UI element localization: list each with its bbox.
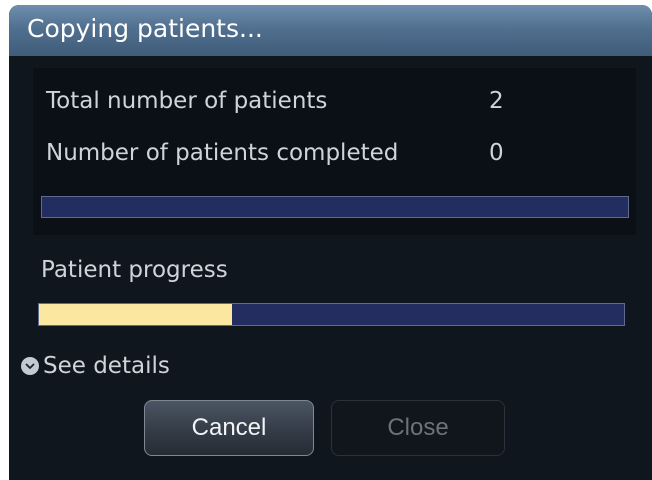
patient-progress-bar: [38, 303, 625, 326]
close-button[interactable]: Close: [331, 400, 505, 456]
summary-panel: Total number of patients 2 Number of pat…: [33, 68, 636, 235]
patient-progress-fill: [39, 304, 233, 325]
patient-progress-label: Patient progress: [41, 257, 228, 283]
see-details-toggle[interactable]: See details: [21, 351, 170, 381]
total-patients-label: Total number of patients: [46, 88, 328, 114]
dialog-title: Copying patients...: [27, 14, 263, 43]
see-details-label: See details: [43, 353, 170, 379]
overall-progress-bar: [41, 196, 629, 218]
copying-patients-dialog: Copying patients... Total number of pati…: [0, 0, 652, 480]
cancel-button[interactable]: Cancel: [144, 400, 314, 456]
dialog-title-bar: Copying patients...: [9, 5, 652, 56]
completed-patients-value: 0: [489, 140, 504, 166]
total-patients-value: 2: [489, 88, 504, 114]
completed-patients-label: Number of patients completed: [46, 140, 399, 166]
chevron-down-icon: [21, 357, 39, 375]
dialog-frame: Copying patients... Total number of pati…: [9, 5, 652, 480]
